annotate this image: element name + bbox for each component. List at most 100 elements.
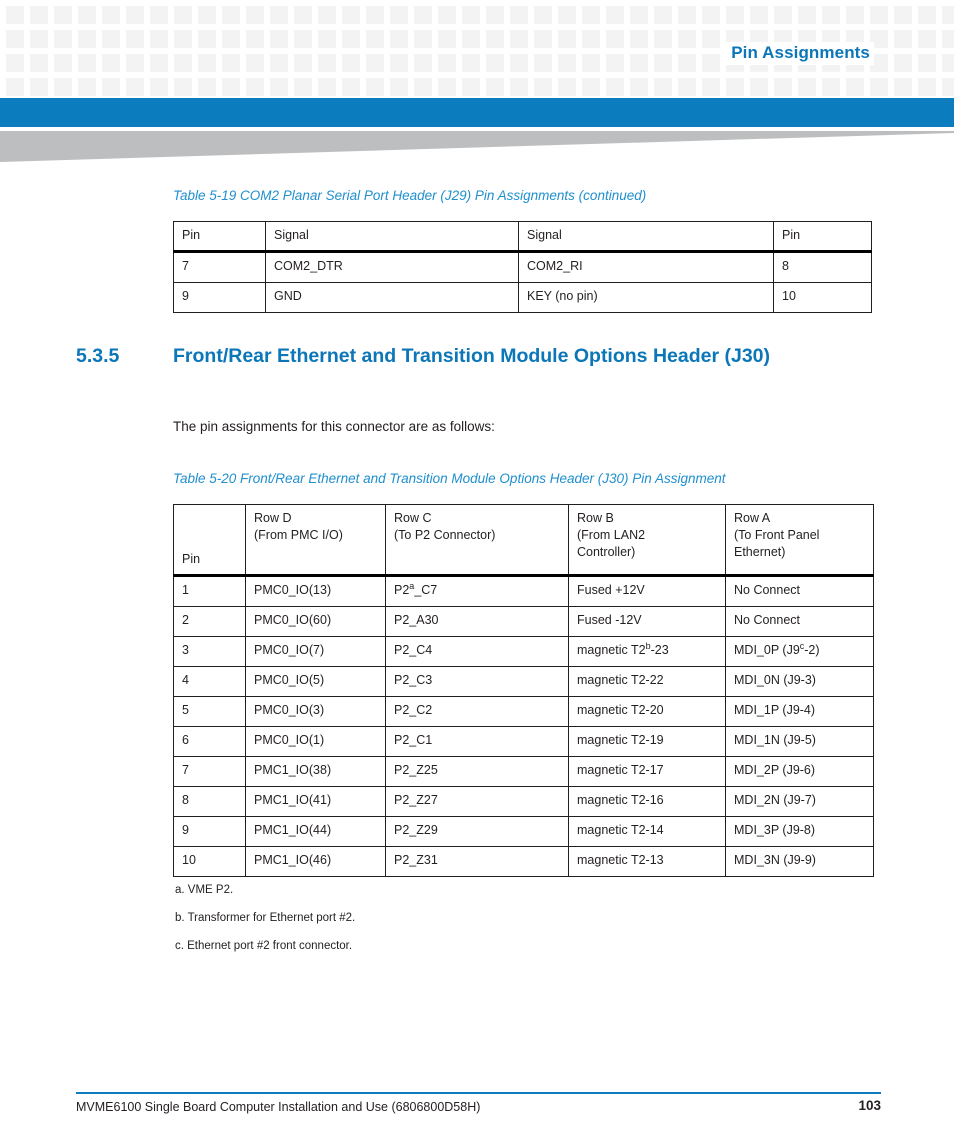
header-pattern-square — [174, 30, 192, 48]
header-pattern-square — [678, 78, 696, 96]
header-pattern-square — [894, 6, 912, 24]
header-pattern-square — [174, 78, 192, 96]
cell-text: magnetic T2-17 — [577, 763, 664, 777]
header-pattern-square — [126, 54, 144, 72]
header-pattern-square — [102, 6, 120, 24]
table-row: 6 PMC0_IO(1) P2_C1 magnetic T2-19 MDI_1N (J9… — [173, 726, 874, 757]
header-pattern-square — [582, 6, 600, 24]
header-pattern-square — [798, 6, 816, 24]
header-pattern-square — [270, 30, 288, 48]
column-header-pin: Pin — [173, 504, 246, 577]
header-pattern-square — [414, 6, 432, 24]
cell-pin: 7 — [173, 756, 246, 787]
header-pattern-square — [702, 78, 720, 96]
header-pattern-square — [942, 6, 954, 24]
table-header-row: Pin Row D (From PMC I/O) Row C (To P2 Co… — [173, 504, 874, 577]
header-pattern-square — [246, 78, 264, 96]
header-pattern-square — [414, 30, 432, 48]
header-pattern-square — [678, 54, 696, 72]
cell-row-b: magnetic T2b-23 — [568, 636, 726, 667]
header-pattern-square — [150, 6, 168, 24]
header-pattern-square — [606, 78, 624, 96]
header-line: Row B — [577, 511, 614, 525]
header-pattern-square — [54, 54, 72, 72]
running-header-title: Pin Assignments — [721, 42, 874, 65]
header-pattern-square — [750, 6, 768, 24]
header-pattern-square — [486, 54, 504, 72]
cell-row-c: P2_A30 — [385, 606, 569, 637]
header-pattern-square — [390, 78, 408, 96]
cell-row-b: magnetic T2-17 — [568, 756, 726, 787]
cell-row-c: P2_C1 — [385, 726, 569, 757]
table-row: 7 PMC1_IO(38) P2_Z25 magnetic T2-17 MDI_2P (… — [173, 756, 874, 787]
header-pattern-square — [558, 54, 576, 72]
cell-row-c: P2_C4 — [385, 636, 569, 667]
header-pattern-square — [318, 54, 336, 72]
header-pattern-square — [582, 78, 600, 96]
cell-text: Fused -12V — [577, 613, 642, 627]
header-pattern-square — [870, 6, 888, 24]
cell-text: P2_C4 — [394, 643, 433, 657]
header-pattern-square — [534, 6, 552, 24]
header-pattern-square — [390, 54, 408, 72]
header-pattern-square — [222, 30, 240, 48]
header-pattern-square — [198, 30, 216, 48]
cell-row-c: P2_Z27 — [385, 786, 569, 817]
header-pattern-square — [126, 78, 144, 96]
header-pattern-square — [486, 78, 504, 96]
header-pattern-square — [174, 6, 192, 24]
header-pattern-square — [438, 78, 456, 96]
table-row: 1 PMC0_IO(13) P2a_C7 Fused +12V No Connect — [173, 575, 874, 607]
header-pattern-square — [222, 78, 240, 96]
header-pattern-square — [414, 54, 432, 72]
column-header-pin-left: Pin — [173, 221, 266, 253]
header-pattern-square — [438, 30, 456, 48]
table-row: 2 PMC0_IO(60) P2_A30 Fused -12V No Connect — [173, 606, 874, 637]
header-pattern-square — [318, 6, 336, 24]
header-pattern-square — [102, 78, 120, 96]
header-pattern-square — [630, 54, 648, 72]
header-pattern-square — [798, 78, 816, 96]
cell-row-c: P2_Z31 — [385, 846, 569, 877]
cell-pin: 10 — [173, 846, 246, 877]
cell-text: P2_Z31 — [394, 853, 438, 867]
table-5-20: Pin Row D (From PMC I/O) Row C (To P2 Co… — [173, 504, 874, 877]
cell-row-a: MDI_0N (J9-3) — [725, 666, 874, 697]
header-pattern-square — [894, 78, 912, 96]
header-blue-bar — [0, 98, 954, 127]
table-row: 9 GND KEY (no pin) 10 — [173, 281, 872, 313]
column-header-signal-left: Signal — [265, 221, 519, 253]
header-pattern-square — [6, 30, 24, 48]
header-pattern-square — [558, 6, 576, 24]
cell-row-c: P2_Z29 — [385, 816, 569, 847]
cell-text: P2_Z29 — [394, 823, 438, 837]
header-pattern-square — [654, 30, 672, 48]
cell-row-d: PMC0_IO(60) — [245, 606, 386, 637]
header-pattern-square — [30, 6, 48, 24]
header-pattern-square — [6, 54, 24, 72]
footnote-a: a. VME P2. — [175, 884, 234, 896]
column-header-row-d: Row D (From PMC I/O) — [245, 504, 386, 577]
table-5-19-caption: Table 5-19 COM2 Planar Serial Port Heade… — [173, 188, 647, 203]
footer-divider — [76, 1092, 881, 1094]
header-pattern-square — [630, 6, 648, 24]
header-pattern-square — [270, 54, 288, 72]
header-pattern-square — [918, 30, 936, 48]
cell-signal-left: GND — [265, 281, 519, 313]
header-pattern-square — [630, 78, 648, 96]
header-pattern-square — [582, 30, 600, 48]
cell-signal-right: KEY (no pin) — [518, 281, 774, 313]
header-pattern-square — [846, 78, 864, 96]
cell-pin: 4 — [173, 666, 246, 697]
header-pattern-square — [702, 6, 720, 24]
header-pattern-square — [102, 54, 120, 72]
cell-row-b: magnetic T2-22 — [568, 666, 726, 697]
header-pattern-square — [54, 6, 72, 24]
header-pattern-square — [726, 78, 744, 96]
table-row: 10 PMC1_IO(46) P2_Z31 magnetic T2-13 MDI_3N … — [173, 846, 874, 877]
section-number: 5.3.5 — [76, 345, 120, 367]
cell-pin: 8 — [173, 786, 246, 817]
header-pattern-square — [390, 6, 408, 24]
cell-text: magnetic T2-19 — [577, 733, 664, 747]
header-pattern-square — [294, 30, 312, 48]
